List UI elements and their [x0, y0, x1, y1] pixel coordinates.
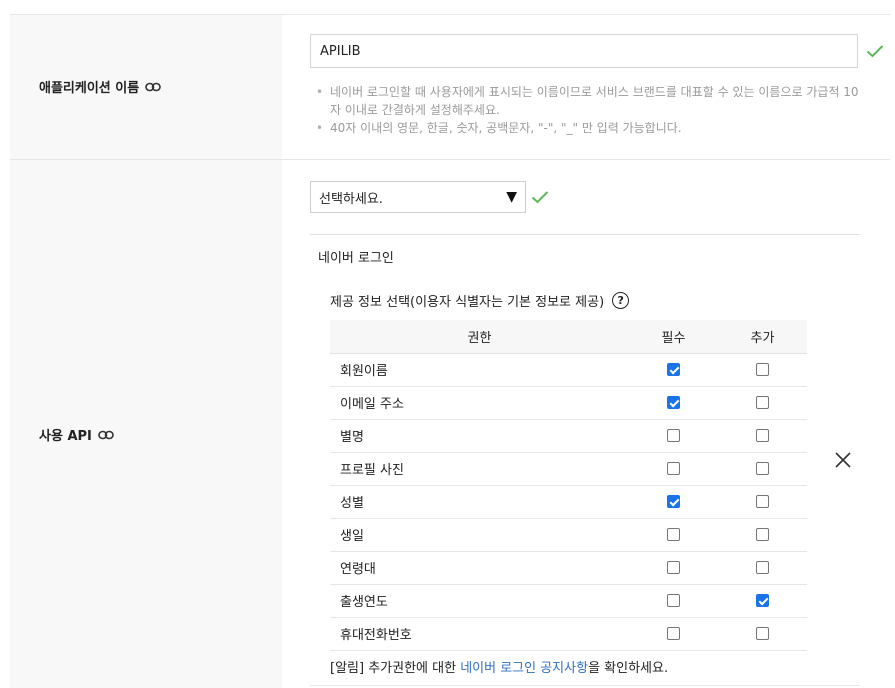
- permission-name: 연령대: [330, 551, 629, 585]
- hint-item: 40자 이내의 영문, 한글, 숫자, 공백문자, "-", "_" 만 입력 …: [314, 119, 859, 137]
- additional-checkbox[interactable]: [756, 396, 769, 409]
- additional-cell: [718, 452, 807, 486]
- required-checkbox[interactable]: [667, 594, 680, 607]
- api-select[interactable]: 선택하세요. ▼: [310, 181, 526, 213]
- hint-item: 네이버 로그인할 때 사용자에게 표시되는 이름이므로 서비스 브랜드를 대표할…: [314, 83, 859, 119]
- additional-cell: [718, 518, 807, 552]
- table-row: 연령대: [330, 551, 807, 585]
- additional-checkbox[interactable]: [756, 429, 769, 442]
- table-row: 출생연도: [330, 584, 807, 618]
- permission-name: 별명: [330, 419, 629, 453]
- provide-info-title-text: 제공 정보 선택(이용자 식별자는 기본 정보로 제공): [330, 295, 605, 310]
- check-icon: [866, 45, 884, 58]
- required-cell: [629, 485, 718, 519]
- additional-cell: [718, 617, 807, 651]
- additional-checkbox[interactable]: [756, 462, 769, 475]
- table-row: 생일: [330, 518, 807, 552]
- permission-name: 프로필 사진: [330, 452, 629, 486]
- additional-checkbox[interactable]: [756, 627, 769, 640]
- table-row: 이메일 주소: [330, 386, 807, 420]
- additional-cell: [718, 386, 807, 420]
- naver-login-title: 네이버 로그인: [318, 251, 394, 266]
- notice-link[interactable]: 네이버 로그인 공지사항: [460, 661, 588, 676]
- close-icon[interactable]: [834, 451, 852, 469]
- permission-name: 출생연도: [330, 584, 629, 618]
- api-label: 사용 API: [39, 425, 114, 444]
- provide-info-title: 제공 정보 선택(이용자 식별자는 기본 정보로 제공) ?: [330, 291, 630, 310]
- required-cell: [629, 452, 718, 486]
- required-checkbox[interactable]: [667, 627, 680, 640]
- required-cell: [629, 353, 718, 387]
- table-row: 성별: [330, 485, 807, 519]
- api-label-text: 사용 API: [39, 429, 92, 444]
- required-cell: [629, 551, 718, 585]
- check-icon: [531, 191, 549, 204]
- notice-suffix: 을 확인하세요.: [588, 661, 669, 676]
- header-additional: 추가: [718, 320, 807, 354]
- header-required: 필수: [629, 320, 718, 354]
- caret-down-icon: ▼: [506, 189, 517, 205]
- required-cell: [629, 584, 718, 618]
- additional-checkbox[interactable]: [756, 528, 769, 541]
- permission-name: 성별: [330, 485, 629, 519]
- required-cell: [629, 386, 718, 420]
- app-name-input[interactable]: [310, 34, 858, 68]
- additional-checkbox[interactable]: [756, 594, 769, 607]
- app-name-hints: 네이버 로그인할 때 사용자에게 표시되는 이름이므로 서비스 브랜드를 대표할…: [314, 83, 859, 137]
- label-column-bg: [10, 160, 282, 688]
- required-checkbox[interactable]: [667, 363, 680, 376]
- help-icon[interactable]: ?: [612, 292, 630, 309]
- required-checkbox[interactable]: [667, 462, 680, 475]
- table-row: 별명: [330, 419, 807, 453]
- link-icon[interactable]: [145, 81, 162, 93]
- permission-name: 휴대전화번호: [330, 617, 629, 651]
- additional-checkbox[interactable]: [756, 561, 769, 574]
- additional-cell: [718, 584, 807, 618]
- table-header-row: 권한 필수 추가: [330, 320, 807, 354]
- header-permission: 권한: [330, 320, 629, 354]
- permission-name: 이메일 주소: [330, 386, 629, 420]
- table-row: 회원이름: [330, 353, 807, 387]
- required-checkbox[interactable]: [667, 396, 680, 409]
- required-checkbox[interactable]: [667, 495, 680, 508]
- app-name-label: 애플리케이션 이름: [39, 77, 162, 96]
- permission-name: 생일: [330, 518, 629, 552]
- notice-prefix: [알림] 추가권한에 대한: [330, 661, 461, 676]
- required-checkbox[interactable]: [667, 429, 680, 442]
- additional-cell: [718, 353, 807, 387]
- permission-name: 회원이름: [330, 353, 629, 387]
- divider: [310, 685, 860, 686]
- table-row: 휴대전화번호: [330, 617, 807, 651]
- additional-checkbox[interactable]: [756, 495, 769, 508]
- link-icon[interactable]: [98, 429, 114, 441]
- additional-checkbox[interactable]: [756, 363, 769, 376]
- additional-cell: [718, 485, 807, 519]
- required-cell: [629, 419, 718, 453]
- required-checkbox[interactable]: [667, 561, 680, 574]
- permission-table: 권한 필수 추가 회원이름 이메일 주소 별명 프로필 사진 성별 생일 연령대 출생연도 휴대…: [330, 320, 807, 651]
- notice-text: [알림] 추가권한에 대한 네이버 로그인 공지사항을 확인하세요.: [330, 657, 668, 676]
- app-name-label-text: 애플리케이션 이름: [39, 81, 140, 96]
- divider: [310, 234, 860, 235]
- required-checkbox[interactable]: [667, 528, 680, 541]
- api-select-value: 선택하세요.: [319, 191, 383, 207]
- table-row: 프로필 사진: [330, 452, 807, 486]
- additional-cell: [718, 551, 807, 585]
- required-cell: [629, 518, 718, 552]
- required-cell: [629, 617, 718, 651]
- additional-cell: [718, 419, 807, 453]
